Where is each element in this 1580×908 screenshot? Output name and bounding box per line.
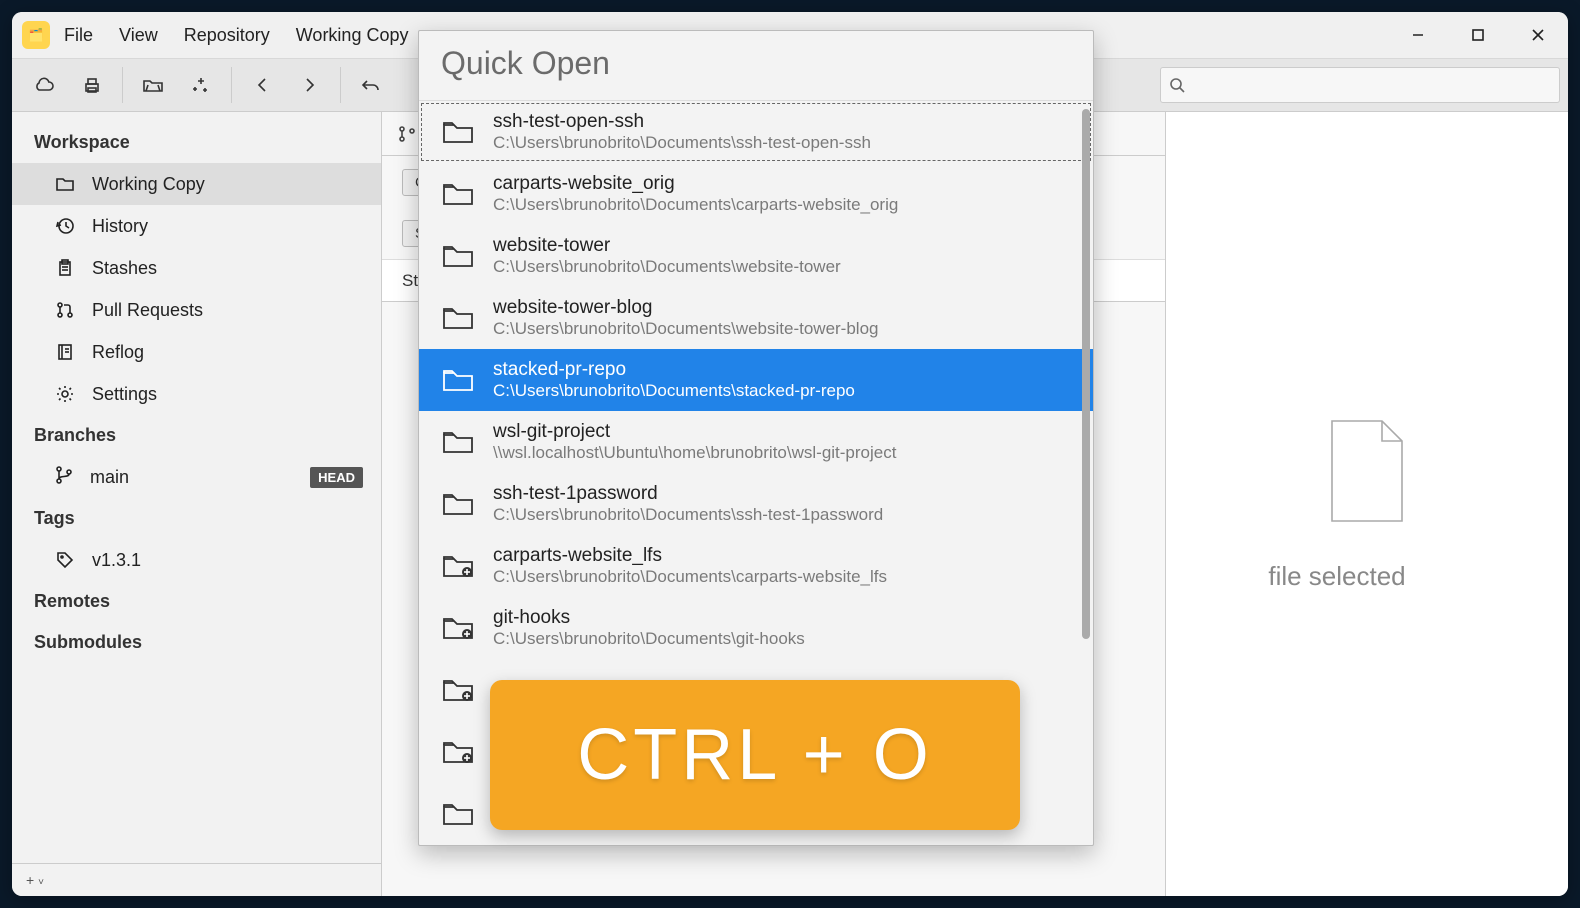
shortcut-text: CTRL + O bbox=[577, 714, 932, 796]
sidebar-tag-item[interactable]: v1.3.1 bbox=[12, 539, 381, 581]
repo-path: C:\Users\brunobrito\Documents\carparts-w… bbox=[493, 567, 887, 587]
sidebar-item-settings[interactable]: Settings bbox=[12, 373, 381, 415]
repo-path: C:\Users\brunobrito\Documents\git-hooks bbox=[493, 629, 805, 649]
window-controls bbox=[1388, 12, 1568, 58]
separator bbox=[231, 67, 232, 103]
clipboard-icon bbox=[54, 258, 76, 278]
forward-button[interactable] bbox=[286, 66, 334, 104]
shortcut-overlay: CTRL + O bbox=[490, 680, 1020, 830]
sidebar-branch-main[interactable]: main HEAD bbox=[12, 456, 381, 498]
repo-path: C:\Users\brunobrito\Documents\ssh-test-o… bbox=[493, 133, 871, 153]
branch-label: main bbox=[90, 467, 129, 488]
repo-name: stacked-pr-repo bbox=[493, 359, 855, 381]
repo-item[interactable]: stacked-pr-repo C:\Users\brunobrito\Docu… bbox=[419, 349, 1093, 411]
repo-path: \\wsl.localhost\Ubuntu\home\brunobrito\w… bbox=[493, 443, 896, 463]
close-button[interactable] bbox=[1508, 12, 1568, 58]
menu-file[interactable]: File bbox=[64, 25, 93, 46]
search-icon bbox=[1169, 77, 1185, 93]
no-file-label: file selected bbox=[1268, 561, 1405, 592]
quick-open-title: Quick Open bbox=[419, 31, 1093, 101]
sparkle-icon[interactable] bbox=[177, 66, 225, 104]
repo-item[interactable]: carparts-website_orig C:\Users\brunobrit… bbox=[419, 163, 1093, 225]
cloud-icon[interactable] bbox=[20, 66, 68, 104]
repo-name: git-hooks bbox=[493, 607, 805, 629]
undo-icon[interactable] bbox=[347, 66, 395, 104]
sidebar-item-history[interactable]: History bbox=[12, 205, 381, 247]
sidebar-item-working-copy[interactable]: Working Copy bbox=[12, 163, 381, 205]
sidebar-item-label: Settings bbox=[92, 384, 157, 405]
separator bbox=[122, 67, 123, 103]
repo-path: C:\Users\brunobrito\Documents\ssh-test-1… bbox=[493, 505, 883, 525]
right-panel: file selected bbox=[1166, 112, 1568, 896]
repo-item[interactable]: carparts-website_lfs C:\Users\brunobrito… bbox=[419, 535, 1093, 597]
app-icon: 🗂️ bbox=[22, 21, 50, 49]
repo-path: C:\Users\brunobrito\Documents\carparts-w… bbox=[493, 195, 898, 215]
sidebar-section-branches: Branches bbox=[12, 415, 381, 456]
head-badge: HEAD bbox=[310, 467, 363, 488]
sidebar-item-stashes[interactable]: Stashes bbox=[12, 247, 381, 289]
book-icon bbox=[54, 342, 76, 362]
repo-item[interactable]: wsl-git-project \\wsl.localhost\Ubuntu\h… bbox=[419, 411, 1093, 473]
menu-view[interactable]: View bbox=[119, 25, 158, 46]
back-button[interactable] bbox=[238, 66, 286, 104]
scrollbar-thumb[interactable] bbox=[1082, 109, 1090, 639]
repo-name: website-tower-blog bbox=[493, 297, 879, 319]
repo-name: ssh-test-open-ssh bbox=[493, 111, 871, 133]
sidebar-section-remotes: Remotes bbox=[12, 581, 381, 622]
menu-bar: File View Repository Working Copy bbox=[64, 25, 408, 46]
sidebar-item-label: Reflog bbox=[92, 342, 144, 363]
history-icon bbox=[54, 216, 76, 236]
search-bar[interactable] bbox=[1160, 67, 1560, 103]
menu-repository[interactable]: Repository bbox=[184, 25, 270, 46]
sidebar-item-pull-requests[interactable]: Pull Requests bbox=[12, 289, 381, 331]
repo-path: C:\Users\brunobrito\Documents\website-to… bbox=[493, 319, 879, 339]
sidebar-section-tags: Tags bbox=[12, 498, 381, 539]
separator bbox=[340, 67, 341, 103]
repo-item[interactable]: git-hooks C:\Users\brunobrito\Documents\… bbox=[419, 597, 1093, 659]
repo-item[interactable]: website-tower-blog C:\Users\brunobrito\D… bbox=[419, 287, 1093, 349]
sidebar-item-label: History bbox=[92, 216, 148, 237]
sidebar-item-label: Pull Requests bbox=[92, 300, 203, 321]
repo-name: wsl-git-project bbox=[493, 421, 896, 443]
repo-path: C:\Users\brunobrito\Documents\website-to… bbox=[493, 257, 841, 277]
branch-icon bbox=[54, 465, 74, 490]
sidebar-item-reflog[interactable]: Reflog bbox=[12, 331, 381, 373]
repo-item[interactable]: ssh-test-open-ssh C:\Users\brunobrito\Do… bbox=[419, 101, 1093, 163]
repo-name: website-tower bbox=[493, 235, 841, 257]
repo-item[interactable]: website-tower C:\Users\brunobrito\Docume… bbox=[419, 225, 1093, 287]
maximize-button[interactable] bbox=[1448, 12, 1508, 58]
repo-name: carparts-website_lfs bbox=[493, 545, 887, 567]
file-placeholder-icon bbox=[1322, 416, 1412, 531]
gear-icon bbox=[54, 384, 76, 404]
printer-icon[interactable] bbox=[68, 66, 116, 104]
sidebar-item-label: Working Copy bbox=[92, 174, 205, 195]
pull-request-icon bbox=[54, 300, 76, 320]
sidebar-add-button[interactable]: + ˅ bbox=[12, 863, 381, 896]
tag-label: v1.3.1 bbox=[92, 550, 141, 571]
minimize-button[interactable] bbox=[1388, 12, 1448, 58]
repo-item[interactable]: ssh-test-1password C:\Users\brunobrito\D… bbox=[419, 473, 1093, 535]
sidebar-section-submodules: Submodules bbox=[12, 622, 381, 663]
sidebar: Workspace Working Copy History Stashes P… bbox=[12, 112, 382, 896]
menu-working-copy[interactable]: Working Copy bbox=[296, 25, 409, 46]
sidebar-item-label: Stashes bbox=[92, 258, 157, 279]
folder-icon bbox=[54, 175, 76, 193]
branch-icon bbox=[398, 125, 416, 143]
repo-path: C:\Users\brunobrito\Documents\stacked-pr… bbox=[493, 381, 855, 401]
folder-open-icon[interactable] bbox=[129, 66, 177, 104]
repo-name: carparts-website_orig bbox=[493, 173, 898, 195]
tag-icon bbox=[54, 550, 76, 570]
sidebar-section-workspace: Workspace bbox=[12, 122, 381, 163]
repo-name: ssh-test-1password bbox=[493, 483, 883, 505]
